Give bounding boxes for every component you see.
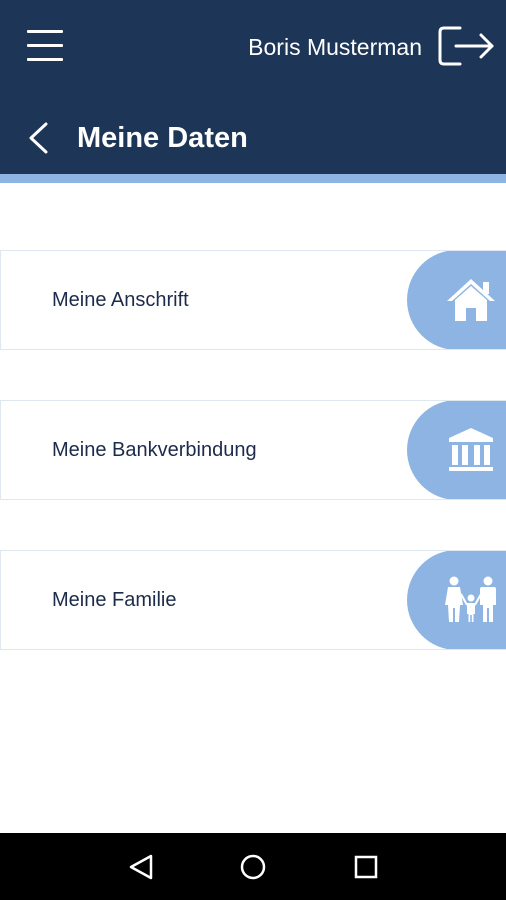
system-navigation-bar — [0, 833, 506, 900]
card-badge-bankverbindung — [407, 401, 506, 499]
system-home-button[interactable] — [235, 849, 271, 885]
system-recents-button[interactable] — [348, 849, 384, 885]
app-header: Boris Musterman Meine Daten — [0, 0, 506, 174]
header-accent-bar — [0, 174, 506, 183]
bank-icon — [449, 428, 493, 471]
user-name: Boris Musterman — [248, 34, 422, 60]
hamburger-menu-icon-bar-3 — [27, 58, 63, 61]
family-icon — [445, 576, 496, 622]
house-icon — [447, 279, 495, 321]
chevron-left-icon — [29, 122, 48, 154]
card-meine-familie[interactable]: Meine Familie — [0, 550, 506, 650]
triangle-back-icon — [129, 854, 153, 880]
hamburger-menu-icon-bar-2 — [27, 44, 63, 47]
page-title: Meine Daten — [77, 122, 248, 154]
card-badge-anschrift — [407, 251, 506, 349]
hamburger-menu-icon-bar-1 — [27, 30, 63, 33]
menu-button[interactable] — [24, 26, 68, 66]
back-button[interactable] — [22, 118, 58, 158]
card-label-anschrift: Meine Anschrift — [52, 289, 189, 311]
circle-home-icon — [240, 854, 266, 880]
card-label-bankverbindung: Meine Bankverbindung — [52, 439, 257, 461]
card-meine-anschrift[interactable]: Meine Anschrift — [0, 250, 506, 350]
card-badge-familie — [407, 551, 506, 649]
card-meine-bankverbindung[interactable]: Meine Bankverbindung — [0, 400, 506, 500]
logout-icon — [438, 26, 494, 66]
square-recents-icon — [354, 855, 378, 879]
system-back-button[interactable] — [124, 849, 160, 885]
logout-button[interactable] — [436, 22, 496, 70]
card-label-familie: Meine Familie — [52, 589, 177, 611]
